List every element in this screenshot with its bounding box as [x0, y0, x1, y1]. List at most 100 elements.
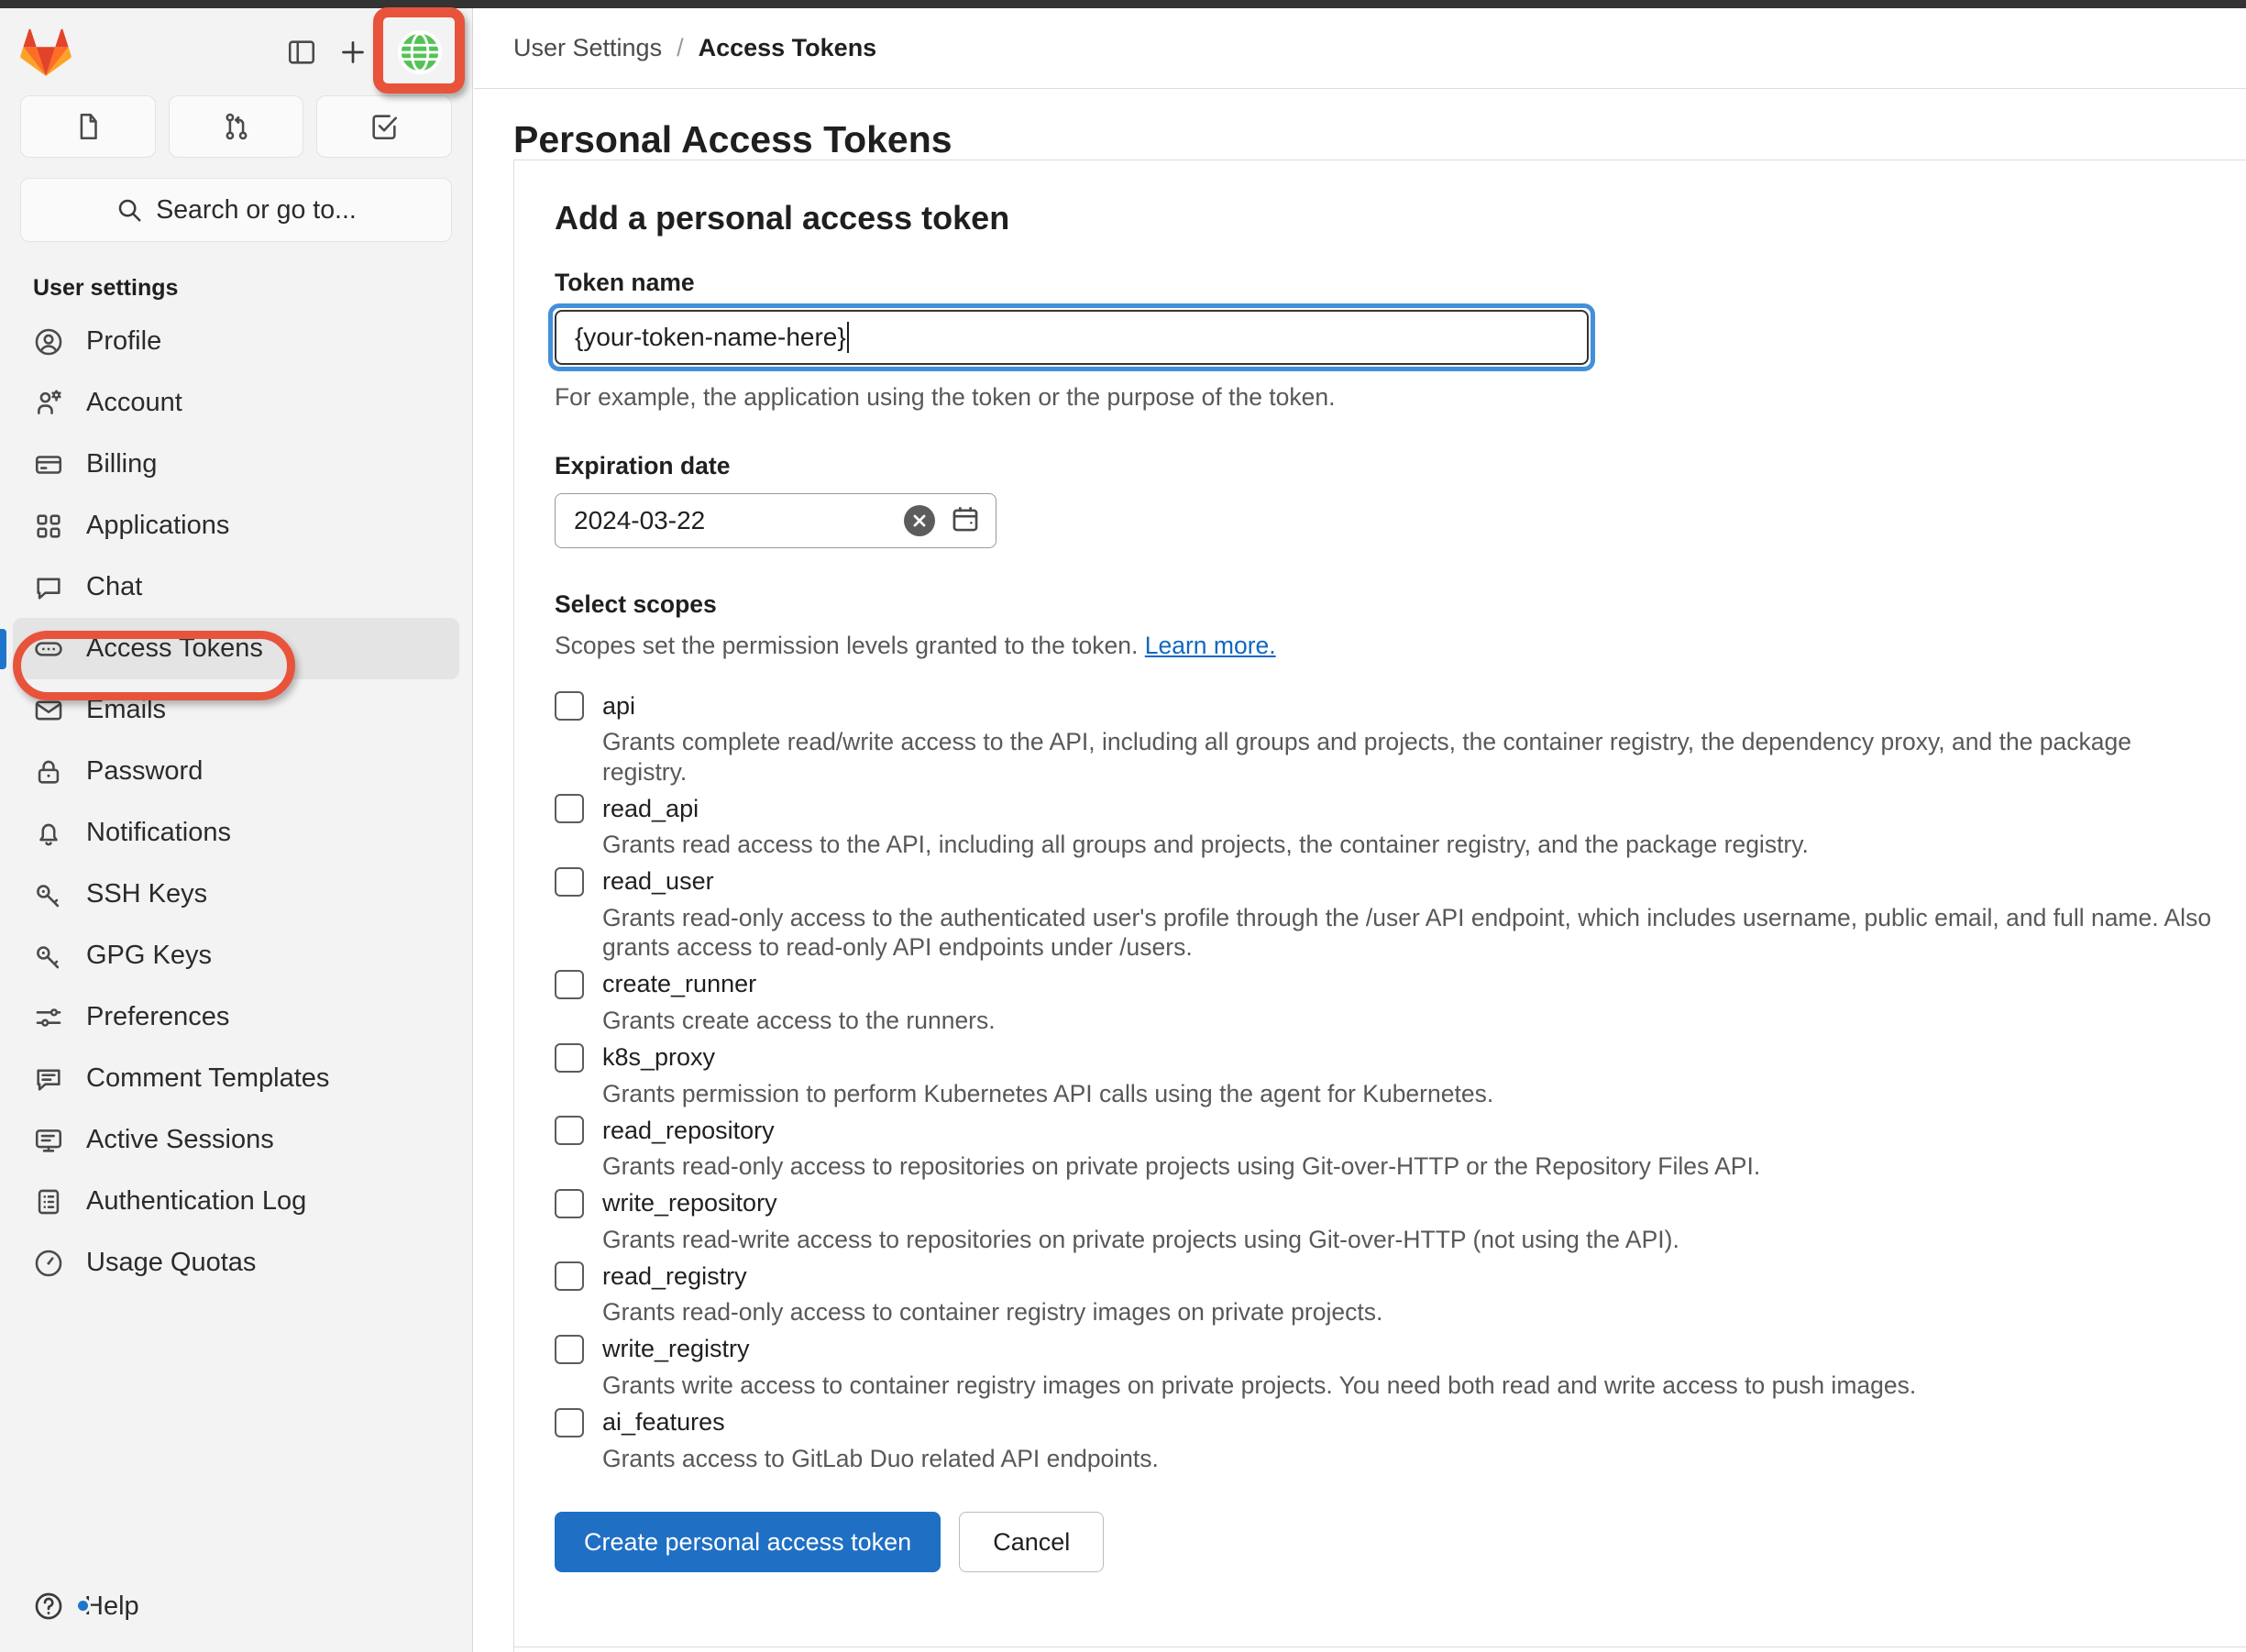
- scope-row: write_repository Grants read-write access…: [555, 1188, 2246, 1255]
- scopes-learn-more-link[interactable]: Learn more.: [1145, 632, 1276, 659]
- token-name-label: Token name: [555, 269, 695, 296]
- expiration-date-label: Expiration date: [555, 452, 731, 479]
- sidebar-item-chat[interactable]: Chat: [13, 556, 459, 618]
- scope-name: read_api: [602, 794, 699, 822]
- breadcrumb-parent[interactable]: User Settings: [513, 34, 662, 62]
- user-avatar[interactable]: [373, 6, 465, 94]
- sidebar-item-applications[interactable]: Applications: [13, 495, 459, 556]
- scope-description: Grants access to GitLab Duo related API …: [602, 1444, 1159, 1472]
- scope-checkbox-api[interactable]: [555, 691, 584, 721]
- sidebar-item-active-sessions[interactable]: Active Sessions: [13, 1109, 459, 1171]
- sidebar-item-label: Password: [86, 756, 204, 786]
- scope-checkbox-read_user[interactable]: [555, 866, 584, 897]
- sidebar-item-label: Applications: [86, 511, 230, 540]
- scope-header: ai_features: [555, 1407, 2246, 1437]
- create-new-icon[interactable]: [327, 27, 379, 78]
- sidebar-item-label: Account: [86, 388, 182, 417]
- token-name-input[interactable]: {your-token-name-here}: [555, 310, 1589, 365]
- scope-row: ai_features Grants access to GitLab Duo r…: [555, 1407, 2246, 1474]
- grid-apps-icon: [33, 511, 64, 542]
- sidebar-item-ssh-keys[interactable]: SSH Keys: [13, 864, 459, 925]
- scope-checkbox-read_registry[interactable]: [555, 1261, 584, 1292]
- sidebar-item-profile[interactable]: Profile: [13, 311, 459, 372]
- sidebar-item-label: SSH Keys: [86, 879, 208, 909]
- scope-checkbox-ai_features[interactable]: [555, 1407, 584, 1437]
- todos-icon[interactable]: [316, 95, 453, 158]
- comment-lines-icon: [33, 1063, 64, 1095]
- sidebar-item-preferences[interactable]: Preferences: [13, 986, 459, 1048]
- sidebar-item-billing[interactable]: Billing: [13, 434, 459, 495]
- scope-name: ai_features: [602, 1408, 725, 1437]
- scope-header: create_runner: [555, 969, 2246, 999]
- sidebar-item-label: Active Sessions: [86, 1125, 274, 1154]
- scope-checkbox-create_runner[interactable]: [555, 969, 584, 999]
- add-token-form: Add a personal access token Token name {…: [514, 160, 2246, 1600]
- sidebar-quick-actions: [0, 95, 472, 158]
- sidebar-item-password[interactable]: Password: [13, 741, 459, 802]
- scope-name: read_repository: [602, 1116, 775, 1144]
- sidebar-item-notifications[interactable]: Notifications: [13, 802, 459, 864]
- sidebar-item-label: Profile: [86, 326, 162, 356]
- token-name-field: {your-token-name-here}: [548, 303, 1595, 371]
- scope-name: api: [602, 691, 636, 720]
- sidebar-item-emails[interactable]: Emails: [13, 679, 459, 741]
- expiration-date-value: 2024-03-22: [574, 506, 706, 534]
- credit-card-icon: [33, 449, 64, 480]
- scope-row: read_repository Grants read-only access t…: [555, 1116, 2246, 1182]
- question-circle-icon: [33, 1591, 91, 1622]
- sidebar-header: [0, 6, 472, 95]
- token-icon: [33, 633, 64, 665]
- scope-header: write_registry: [555, 1334, 2246, 1364]
- sidebar-item-gpg-keys[interactable]: GPG Keys: [13, 925, 459, 986]
- scope-name: write_registry: [602, 1335, 750, 1363]
- sidebar-item-authentication-log[interactable]: Authentication Log: [13, 1171, 459, 1232]
- chat-bubble-icon: [33, 572, 64, 603]
- scope-name: k8s_proxy: [602, 1043, 716, 1072]
- scope-description: Grants read-only access to repositories …: [602, 1152, 1761, 1181]
- cancel-button[interactable]: Cancel: [959, 1512, 1105, 1573]
- scope-header: read_repository: [555, 1116, 2246, 1146]
- envelope-icon: [33, 695, 64, 726]
- scope-row: read_user Grants read-only access to the …: [555, 866, 2246, 963]
- sidebar-item-label: Access Tokens: [86, 633, 263, 663]
- merge-requests-icon[interactable]: [168, 95, 304, 158]
- scope-checkbox-read_repository[interactable]: [555, 1116, 584, 1146]
- scope-checkbox-write_repository[interactable]: [555, 1188, 584, 1218]
- sidebar-item-label: Emails: [86, 695, 167, 724]
- scope-name: read_registry: [602, 1261, 747, 1290]
- scope-checkbox-write_registry[interactable]: [555, 1334, 584, 1364]
- breadcrumb: User Settings / Access Tokens: [474, 8, 2246, 89]
- scope-description: Grants complete read/write access to the…: [602, 728, 2131, 786]
- sidebar-item-comment-templates[interactable]: Comment Templates: [13, 1048, 459, 1109]
- expiration-date-input[interactable]: 2024-03-22: [555, 493, 996, 548]
- create-personal-access-token-button[interactable]: Create personal access token: [555, 1512, 941, 1573]
- gitlab-logo[interactable]: [20, 28, 72, 77]
- main-content: User Settings / Access Tokens Personal A…: [474, 8, 2246, 1652]
- scope-checkbox-k8s_proxy[interactable]: [555, 1042, 584, 1073]
- log-list-icon: [33, 1186, 64, 1217]
- scope-description: Grants read-only access to container reg…: [602, 1298, 1383, 1327]
- scope-row: create_runner Grants create access to the…: [555, 969, 2246, 1036]
- breadcrumb-current[interactable]: Access Tokens: [699, 34, 877, 62]
- sidebar-item-help[interactable]: Help: [13, 1577, 139, 1635]
- sidebar-item-access-tokens[interactable]: Access Tokens: [0, 618, 459, 679]
- scope-checkbox-read_api[interactable]: [555, 794, 584, 824]
- toggle-sidebar-icon[interactable]: [276, 27, 327, 78]
- sidebar-item-account[interactable]: Account: [13, 372, 459, 434]
- search-input[interactable]: Search or go to...: [20, 178, 452, 242]
- scope-description: Grants read-write access to repositories…: [602, 1225, 1679, 1253]
- sidebar-section-heading: User settings: [33, 275, 179, 301]
- card-footer-divider: [514, 1646, 2246, 1652]
- scope-header: k8s_proxy: [555, 1042, 2246, 1073]
- sidebar-item-usage-quotas[interactable]: Usage Quotas: [13, 1232, 459, 1294]
- sidebar-item-label: Usage Quotas: [86, 1248, 257, 1277]
- issues-icon[interactable]: [20, 95, 156, 158]
- scope-row: api Grants complete read/write access to …: [555, 691, 2246, 787]
- sidebar: Search or go to... User settings Profile…: [0, 6, 473, 1652]
- lock-icon: [33, 756, 64, 787]
- scope-header: write_repository: [555, 1188, 2246, 1218]
- calendar-icon[interactable]: [950, 503, 981, 539]
- scopes-help-sentence: Scopes set the permission levels granted…: [555, 632, 1139, 659]
- clear-circle-icon[interactable]: [904, 505, 935, 536]
- sidebar-item-label: Notifications: [86, 818, 231, 847]
